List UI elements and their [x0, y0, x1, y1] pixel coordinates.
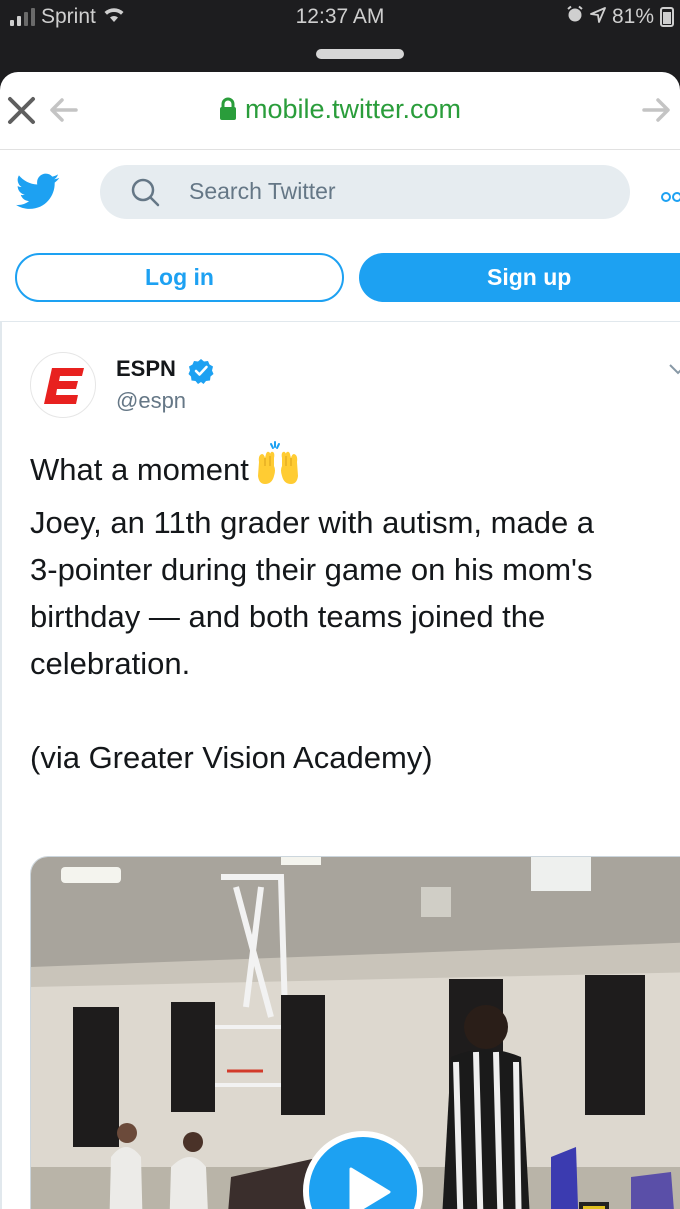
battery-icon	[660, 7, 674, 27]
status-bar: Sprint 12:37 AM 81%	[0, 0, 680, 36]
sheet-grabber[interactable]	[316, 49, 404, 59]
video-player[interactable]	[30, 856, 680, 1209]
twitter-bird-icon[interactable]	[16, 172, 60, 212]
chevron-down-icon[interactable]	[668, 362, 680, 375]
url-text: mobile.twitter.com	[244, 94, 462, 124]
tweet-line: 3-pointer during their game on his mom's	[30, 552, 593, 587]
url-bar: mobile.twitter.com	[0, 72, 680, 150]
author-name[interactable]: ESPN	[116, 356, 176, 382]
location-icon	[590, 5, 606, 29]
status-right: 81%	[566, 5, 674, 29]
tweet-body: What a moment Joey, an 11th grader with …	[30, 440, 680, 781]
login-button[interactable]: Log in	[15, 253, 344, 302]
tweet-line: birthday — and both teams joined the	[30, 599, 546, 634]
search-input[interactable]: Search Twitter	[100, 165, 630, 219]
tweet-line: (via Greater Vision Academy)	[30, 740, 433, 775]
tweet-line: celebration.	[30, 646, 191, 681]
verified-badge-icon	[188, 358, 214, 384]
auth-bar: Log in Sign up	[0, 238, 680, 322]
tweet-card[interactable]: ESPN @espn What a moment Joey, an 11th g…	[0, 322, 680, 1209]
battery-percent: 81%	[611, 5, 654, 28]
address-field[interactable]: mobile.twitter.com	[0, 94, 680, 128]
tweet-line	[30, 687, 680, 734]
search-placeholder: Search Twitter	[189, 178, 336, 204]
search-icon	[130, 177, 160, 207]
tweet-line: Joey, an 11th grader with autism, made a	[30, 505, 595, 540]
more-icon[interactable]	[660, 190, 680, 204]
signup-button[interactable]: Sign up	[359, 253, 680, 302]
alarm-icon	[566, 5, 584, 29]
play-icon	[349, 1167, 391, 1209]
browser-sheet: mobile.twitter.com Search Twitter Log in…	[0, 72, 680, 1209]
espn-logo-icon	[44, 368, 84, 404]
lock-icon	[219, 97, 237, 128]
tweet-line-text: What a moment	[30, 452, 249, 487]
avatar[interactable]	[30, 352, 96, 418]
twitter-header: Search Twitter	[0, 150, 680, 238]
raised-hands-emoji	[255, 440, 301, 499]
forward-arrow-icon[interactable]	[640, 94, 672, 126]
tweet-line: What a moment	[30, 440, 680, 499]
author-handle[interactable]: @espn	[116, 388, 186, 414]
